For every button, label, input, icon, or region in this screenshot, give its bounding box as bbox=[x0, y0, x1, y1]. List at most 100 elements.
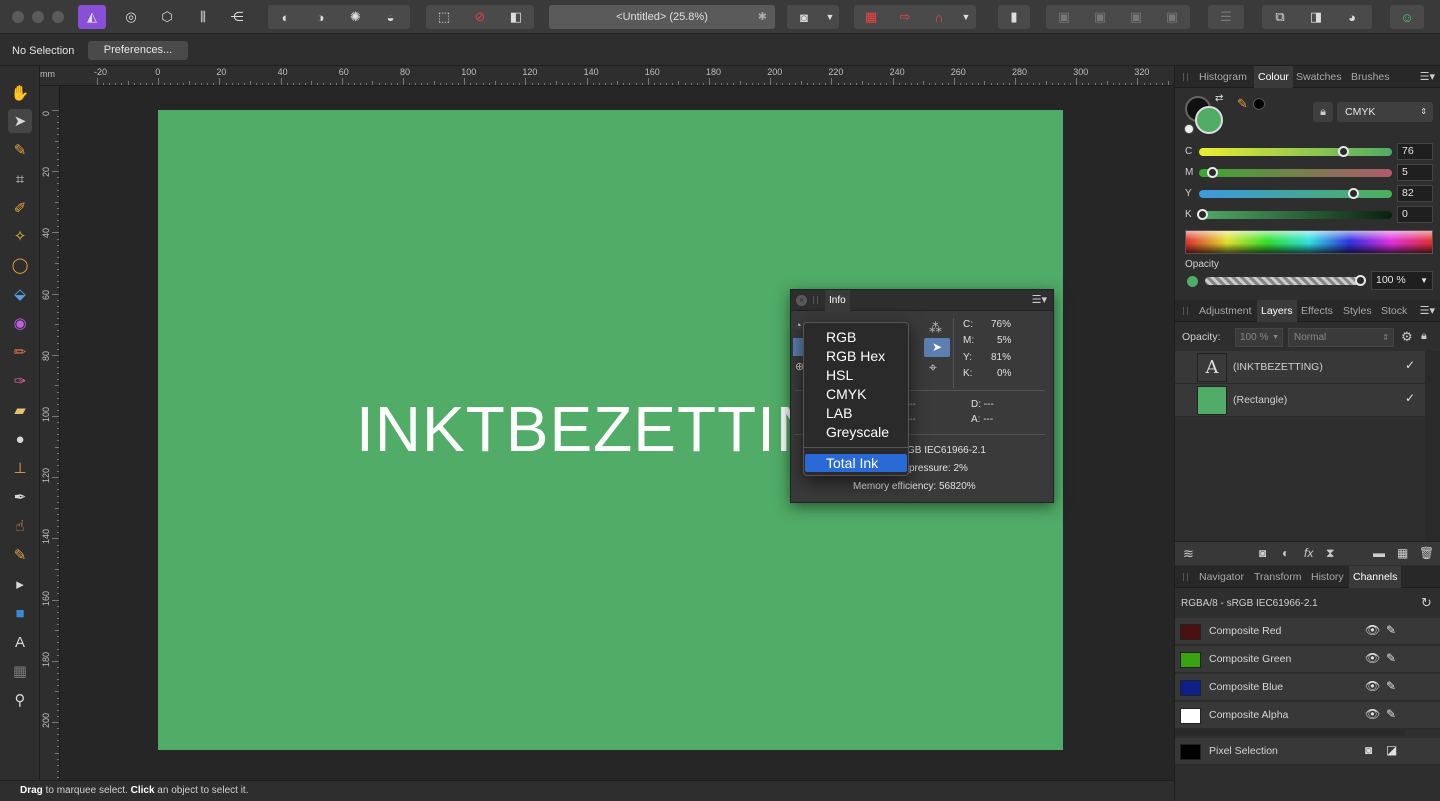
tab-adjustment[interactable]: Adjustment bbox=[1199, 300, 1252, 322]
document-title-tab[interactable]: <Untitled> (25.8%) ✱ bbox=[549, 5, 775, 29]
new-pixel-layer-icon[interactable]: ▦ bbox=[1397, 546, 1408, 560]
channel-row[interactable]: Composite Alpha 👁︎ ✎ bbox=[1175, 702, 1440, 729]
tab-colour[interactable]: Colour bbox=[1254, 66, 1293, 88]
tab-transform[interactable]: Transform bbox=[1254, 566, 1301, 588]
select-all-icon[interactable]: ⬚ bbox=[426, 5, 462, 29]
picked-colour-swatch[interactable] bbox=[1253, 98, 1265, 110]
colour-model-select[interactable]: CMYK ⇕ bbox=[1337, 102, 1433, 122]
tone-mapping-persona-icon[interactable]: ⫼ bbox=[188, 5, 218, 29]
move-backward-icon[interactable]: ▣ bbox=[1082, 5, 1118, 29]
pen-tool-icon[interactable]: ▸ bbox=[8, 572, 32, 596]
tab-histogram[interactable]: Histogram bbox=[1199, 66, 1247, 88]
panel-menu-icon[interactable]: ☰▾ bbox=[1032, 293, 1047, 306]
paint-brush-tool-icon[interactable]: ✏ bbox=[8, 340, 32, 364]
gear-icon[interactable]: ⚙ bbox=[1401, 329, 1413, 345]
channel-row[interactable]: Composite Red 👁︎ ✎ bbox=[1175, 618, 1440, 645]
invert-selection-icon[interactable]: ◧ bbox=[498, 5, 534, 29]
fx-icon[interactable]: fx bbox=[1304, 546, 1313, 560]
window-close-button[interactable] bbox=[12, 11, 24, 23]
clone-brush-tool-icon[interactable]: ⊥ bbox=[8, 456, 32, 480]
layer-row[interactable]: (Rectangle) ✓ bbox=[1175, 384, 1425, 417]
rectangle-tool-icon[interactable]: ■ bbox=[8, 601, 32, 625]
eye-icon[interactable]: 👁︎ bbox=[1365, 623, 1380, 637]
lock-icon[interactable]: 🔒︎ bbox=[1313, 102, 1333, 122]
tab-layers[interactable]: Layers bbox=[1257, 300, 1297, 322]
tab-history[interactable]: History bbox=[1311, 566, 1344, 588]
eye-icon[interactable]: 👁︎ bbox=[1365, 679, 1380, 693]
layer-opacity-field[interactable]: 100 % ▼ bbox=[1235, 328, 1283, 347]
quick-mask-icon[interactable]: ◙ bbox=[787, 5, 821, 29]
panel-grip-icon[interactable] bbox=[1183, 73, 1188, 81]
y-value-field[interactable]: 82 bbox=[1397, 185, 1433, 202]
opacity-slider[interactable] bbox=[1205, 277, 1365, 285]
tab-swatches[interactable]: Swatches bbox=[1296, 66, 1342, 88]
menu-item-total-ink[interactable]: Total Ink bbox=[805, 454, 907, 472]
close-icon[interactable]: × bbox=[796, 295, 807, 306]
k-value-field[interactable]: 0 bbox=[1397, 206, 1433, 223]
intersect-shape-icon[interactable]: ◕ bbox=[1334, 5, 1370, 29]
artistic-text-tool-icon[interactable]: A bbox=[8, 630, 32, 654]
lock-icon[interactable]: 🔒︎ bbox=[1421, 330, 1427, 343]
contrast-icon[interactable]: ◑ bbox=[303, 5, 338, 29]
canvas-text-layer[interactable]: INKTBEZETTIN bbox=[356, 392, 823, 466]
tab-navigator[interactable]: Navigator bbox=[1199, 566, 1244, 588]
visibility-checkbox[interactable]: ✓ bbox=[1405, 358, 1415, 372]
delete-layer-icon[interactable]: 🗑︎ bbox=[1419, 546, 1434, 560]
k-slider[interactable] bbox=[1199, 211, 1392, 219]
photo-persona-button[interactable]: ◭ bbox=[78, 5, 106, 29]
live-filter-icon[interactable]: ⧗ bbox=[1326, 546, 1334, 561]
c-value-field[interactable]: 76 bbox=[1397, 143, 1433, 160]
preferences-button[interactable]: Preferences... bbox=[88, 41, 188, 60]
user-account-icon[interactable]: ☺ bbox=[1390, 5, 1424, 29]
panel-grip-icon[interactable] bbox=[813, 296, 818, 304]
white-balance-icon[interactable]: ◒ bbox=[373, 5, 408, 29]
pencil-icon[interactable]: ✎ bbox=[1386, 623, 1396, 637]
opacity-slider-knob[interactable] bbox=[1355, 275, 1366, 286]
channel-row[interactable]: Composite Blue 👁︎ ✎ bbox=[1175, 674, 1440, 701]
colour-picker-tool-icon[interactable]: ✎ bbox=[8, 138, 32, 162]
pencil-icon[interactable]: ✎ bbox=[1386, 679, 1396, 693]
flood-select-tool-icon[interactable]: ✧ bbox=[8, 224, 32, 248]
c-slider[interactable] bbox=[1199, 148, 1392, 156]
menu-item-greyscale[interactable]: Greyscale bbox=[805, 423, 907, 441]
chevron-down-icon[interactable]: ▼ bbox=[821, 5, 839, 29]
selection-edit-icon[interactable]: ◪ bbox=[1386, 743, 1397, 757]
colour-spectrum[interactable] bbox=[1185, 230, 1433, 254]
crop-tool-icon[interactable]: ⌗ bbox=[8, 167, 32, 191]
eye-icon[interactable]: 👁︎ bbox=[1365, 651, 1380, 665]
menu-item-rgb-hex[interactable]: RGB Hex bbox=[805, 347, 907, 365]
view-tool-hand-icon[interactable]: ✋ bbox=[8, 81, 32, 105]
eye-icon[interactable]: 👁︎ bbox=[1365, 707, 1380, 721]
blur-brush-tool-icon[interactable]: ✒ bbox=[8, 485, 32, 509]
adjustment-layer-icon[interactable]: ◐ bbox=[1282, 546, 1289, 560]
panel-menu-icon[interactable]: ☰▾ bbox=[1420, 304, 1435, 317]
subtract-shape-icon[interactable]: ◨ bbox=[1298, 5, 1334, 29]
align-icon[interactable]: ☰ bbox=[1208, 5, 1244, 29]
move-front-icon[interactable]: ▣ bbox=[1154, 5, 1190, 29]
export-persona-icon[interactable]: ⋲ bbox=[222, 5, 252, 29]
tab-effects[interactable]: Effects bbox=[1301, 300, 1333, 322]
reset-channels-icon[interactable]: ↻ bbox=[1421, 595, 1432, 611]
info-panel-header[interactable]: × Info ☰▾ bbox=[791, 290, 1053, 311]
move-back-icon[interactable]: ▣ bbox=[1046, 5, 1082, 29]
mask-icon[interactable]: ◙ bbox=[1365, 743, 1372, 757]
tab-info[interactable]: Info bbox=[825, 290, 850, 311]
new-group-icon[interactable]: ▬ bbox=[1373, 546, 1385, 560]
no-colour-icon[interactable] bbox=[1184, 124, 1194, 134]
colour-balance-icon[interactable]: ✺ bbox=[338, 5, 373, 29]
channels-scrollbar[interactable] bbox=[1175, 730, 1405, 736]
develop-persona-icon[interactable]: ⬡ bbox=[152, 5, 182, 29]
assistant-icon[interactable]: ▮ bbox=[998, 5, 1030, 29]
deselect-icon[interactable]: ⊘ bbox=[462, 5, 498, 29]
opacity-value-field[interactable]: 100 % ▼ bbox=[1371, 271, 1433, 290]
mask-layer-icon[interactable]: ◙ bbox=[1259, 546, 1266, 560]
colour-replacement-brush-icon[interactable]: ✑ bbox=[8, 369, 32, 393]
window-minimize-button[interactable] bbox=[32, 11, 44, 23]
fill-colour-well[interactable] bbox=[1195, 106, 1223, 134]
m-value-field[interactable]: 5 bbox=[1397, 164, 1433, 181]
menu-item-cmyk[interactable]: CMYK bbox=[805, 385, 907, 403]
move-tool-icon[interactable]: ➤ bbox=[8, 109, 32, 133]
gradient-tool-icon[interactable]: ◉ bbox=[8, 311, 32, 335]
pointer-target-icon[interactable]: ➤ bbox=[924, 338, 950, 357]
freehand-selection-tool-icon[interactable]: ◯ bbox=[8, 253, 32, 277]
